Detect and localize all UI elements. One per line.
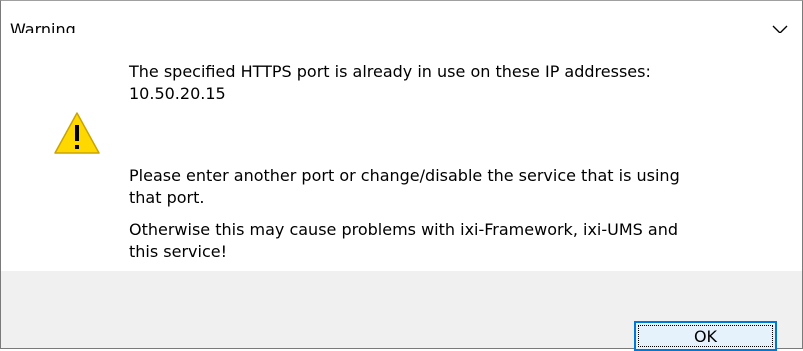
ip-address-text: 10.50.20.15 — [129, 84, 226, 103]
message-line: that port. — [129, 188, 205, 207]
message-block-port-in-use: The specified HTTPS port is already in u… — [129, 61, 651, 105]
ok-button-label: OK — [693, 326, 718, 346]
message-block-consequence: Otherwise this may cause problems with i… — [129, 219, 678, 263]
warning-dialog: Warning The specified HTTPS port is alre… — [0, 0, 803, 351]
dialog-footer: OK — [1, 271, 802, 351]
ok-button[interactable]: OK — [634, 321, 777, 351]
message-line: Otherwise this may cause problems with i… — [129, 220, 678, 239]
message-line: this service! — [129, 242, 228, 261]
warning-triangle-icon — [54, 112, 100, 154]
title-bar: Warning — [1, 1, 802, 41]
message-line: The specified HTTPS port is already in u… — [129, 62, 651, 81]
message-block-instruction: Please enter another port or change/disa… — [129, 165, 680, 209]
message-line: Please enter another port or change/disa… — [129, 166, 680, 185]
dialog-content: The specified HTTPS port is already in u… — [1, 33, 802, 271]
